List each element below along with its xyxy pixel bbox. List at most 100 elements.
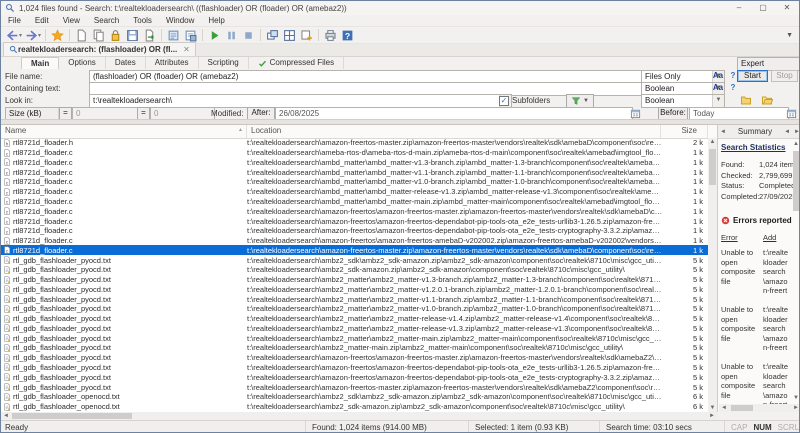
summary-tab[interactable]: Summary (728, 127, 782, 136)
column-header-name[interactable]: Name ▲ (1, 125, 247, 138)
table-row[interactable]: h rtl8721d_floader.h t:\realtekloadersearc… (1, 138, 708, 148)
forward-dropdown-icon[interactable]: ▾ (38, 32, 41, 39)
table-row[interactable]: rtl_gdb_flashloader_openocd.txt t:\realte… (1, 392, 708, 402)
open-folder-icon[interactable] (759, 94, 775, 106)
subfolders-checkbox[interactable]: ✓ (499, 95, 509, 106)
export-icon[interactable] (141, 28, 158, 43)
table-row[interactable]: c rtl8721d_floader.c t:\realtekloadersearc… (1, 216, 708, 226)
close-button[interactable]: ✕ (775, 1, 799, 15)
summary-hscroll-thumb[interactable] (731, 405, 753, 411)
menu-window[interactable]: Window (159, 15, 201, 27)
table-row[interactable]: c rtl8721d_floader.c t:\realtekloadersearc… (1, 236, 708, 246)
criteria-tab-compressed-files[interactable]: Compressed Files (249, 57, 345, 69)
results-horizontal-scrollbar[interactable]: ◄ ► (1, 412, 717, 420)
menu-file[interactable]: File (1, 15, 28, 27)
table-row[interactable]: rtl_gdb_flashloader_pyocd.txt t:\realtekl… (1, 314, 708, 324)
menu-help[interactable]: Help (201, 15, 231, 27)
open-results-icon[interactable] (165, 28, 182, 43)
table-row[interactable]: rtl_gdb_flashloader_pyocd.txt t:\realtekl… (1, 294, 708, 304)
before-calendar-icon[interactable] (785, 107, 798, 119)
table-row[interactable]: c rtl8721d_floader.c t:\realtekloadersearc… (1, 226, 708, 236)
help-icon[interactable]: ? (339, 28, 356, 43)
table-row[interactable]: c rtl8721d_floader.c t:\realtekloadersearc… (1, 177, 708, 187)
criteria-tab-main[interactable]: Main (21, 57, 60, 69)
look-in-type-select[interactable]: Boolean ▼ (641, 94, 725, 108)
column-header-size[interactable]: Size (661, 125, 708, 138)
summary-scroll-left-icon[interactable]: ◄ (720, 405, 728, 411)
results-vertical-scrollbar[interactable]: ▲ ▼ (708, 138, 717, 412)
table-row[interactable]: c rtl8721d_floader.c t:\realtekloadersearc… (1, 167, 708, 177)
scroll-up-icon[interactable]: ▲ (708, 139, 717, 145)
table-row[interactable]: c rtl8721d_floader.c t:\realtekloadersearc… (1, 148, 708, 158)
panel-collapse-icon[interactable]: ◄ (718, 129, 728, 135)
criteria-tab-options[interactable]: Options (59, 57, 106, 69)
minimize-button[interactable]: – (727, 1, 751, 15)
save-icon[interactable] (124, 28, 141, 43)
table-row[interactable]: rtl_gdb_flashloader_pyocd.txt t:\realtekl… (1, 265, 708, 275)
search-tab[interactable]: realtekloadersearch: (flashloader) OR (f… (3, 42, 196, 56)
print-icon[interactable] (322, 28, 339, 43)
table-row[interactable]: rtl_gdb_flashloader_openocd.txt t:\realte… (1, 402, 708, 412)
table-row[interactable]: rtl_gdb_flashloader_pyocd.txt t:\realtekl… (1, 363, 708, 373)
toolbar-overflow-icon[interactable]: ▼ (786, 32, 793, 39)
file-name-case-button[interactable]: Aa (711, 70, 725, 81)
summary-scroll-up-icon[interactable]: ▲ (792, 141, 799, 147)
pause-icon[interactable] (223, 28, 240, 43)
table-row[interactable]: rtl_gdb_flashloader_pyocd.txt t:\realtekl… (1, 324, 708, 334)
after-calendar-icon[interactable] (629, 107, 642, 119)
criteria-tab-dates[interactable]: Dates (106, 57, 146, 69)
menu-tools[interactable]: Tools (126, 15, 159, 27)
stop-icon[interactable] (240, 28, 257, 43)
panel-nav-right-icon[interactable]: ► (792, 129, 799, 135)
summary-scroll-down-icon[interactable]: ▼ (792, 395, 799, 401)
table-row[interactable]: rtl_gdb_flashloader_pyocd.txt t:\realtekl… (1, 255, 708, 265)
maximize-button[interactable]: ▢ (751, 1, 775, 15)
table-row[interactable]: rtl_gdb_flashloader_pyocd.txt t:\realtekl… (1, 343, 708, 353)
subfolders-option[interactable]: ✓ Subfolders (499, 95, 550, 106)
table-row[interactable]: c rtl8721d_floader.c t:\realtekloadersearc… (1, 245, 708, 256)
start-button[interactable]: Start (737, 70, 768, 82)
tile-icon[interactable] (281, 28, 298, 43)
table-row[interactable]: c rtl8721d_floader.c t:\realtekloadersearc… (1, 187, 708, 197)
summary-vertical-scrollbar[interactable]: ▲ ▼ (792, 141, 799, 401)
expert-mode-select[interactable]: Expert▼ (737, 57, 799, 71)
start-icon[interactable] (206, 28, 223, 43)
new-doc-icon[interactable] (73, 28, 90, 43)
table-row[interactable]: rtl_gdb_flashloader_pyocd.txt t:\realtekl… (1, 304, 708, 314)
criteria-tab-attributes[interactable]: Attributes (146, 57, 199, 69)
lock-icon[interactable] (107, 28, 124, 43)
table-row[interactable]: c rtl8721d_floader.c t:\realtekloadersearc… (1, 158, 708, 168)
look-in-input[interactable]: t:\realtekloadersearch\▼ (89, 94, 512, 108)
browse-folder-icon[interactable] (738, 94, 754, 106)
table-row[interactable]: rtl_gdb_flashloader_pyocd.txt t:\realtekl… (1, 284, 708, 294)
tab-close-icon[interactable]: ✕ (183, 45, 190, 54)
criteria-tab-scripting[interactable]: Scripting (199, 57, 249, 69)
table-row[interactable]: c rtl8721d_floader.c t:\realtekloadersearc… (1, 206, 708, 216)
look-in-type-dropdown-icon[interactable]: ▼ (712, 95, 724, 107)
stop-button[interactable]: Stop (771, 70, 798, 82)
column-header-location[interactable]: Location (247, 125, 661, 138)
hscroll-thumb[interactable] (12, 413, 132, 419)
panel-nav-left-icon[interactable]: ◄ (782, 129, 792, 135)
favorites-icon[interactable] (49, 28, 66, 43)
scroll-left-icon[interactable]: ◄ (2, 413, 10, 419)
scroll-right-icon[interactable]: ► (708, 413, 716, 419)
menu-search[interactable]: Search (87, 15, 126, 27)
containing-text-case-button[interactable]: Aa (711, 82, 725, 93)
scroll-down-icon[interactable]: ▼ (708, 405, 717, 411)
containing-text-help-icon[interactable]: ? (727, 82, 739, 93)
new-window-icon[interactable] (298, 28, 315, 43)
copy-doc-icon[interactable] (90, 28, 107, 43)
table-row[interactable]: rtl_gdb_flashloader_pyocd.txt t:\realtekl… (1, 275, 708, 285)
save-results-icon[interactable] (182, 28, 199, 43)
search-filter-button[interactable]: ▼ (566, 94, 594, 108)
table-row[interactable]: c rtl8721d_floader.c t:\realtekloadersearc… (1, 197, 708, 207)
summary-vscroll-thumb[interactable] (793, 151, 799, 211)
table-row[interactable]: rtl_gdb_flashloader_pyocd.txt t:\realtekl… (1, 372, 708, 382)
menu-edit[interactable]: Edit (28, 15, 56, 27)
cascade-icon[interactable] (264, 28, 281, 43)
table-row[interactable]: rtl_gdb_flashloader_pyocd.txt t:\realtekl… (1, 333, 708, 343)
menu-view[interactable]: View (56, 15, 87, 27)
vscroll-thumb[interactable] (709, 149, 716, 185)
summary-horizontal-scrollbar[interactable]: ◄ ► (719, 404, 799, 412)
